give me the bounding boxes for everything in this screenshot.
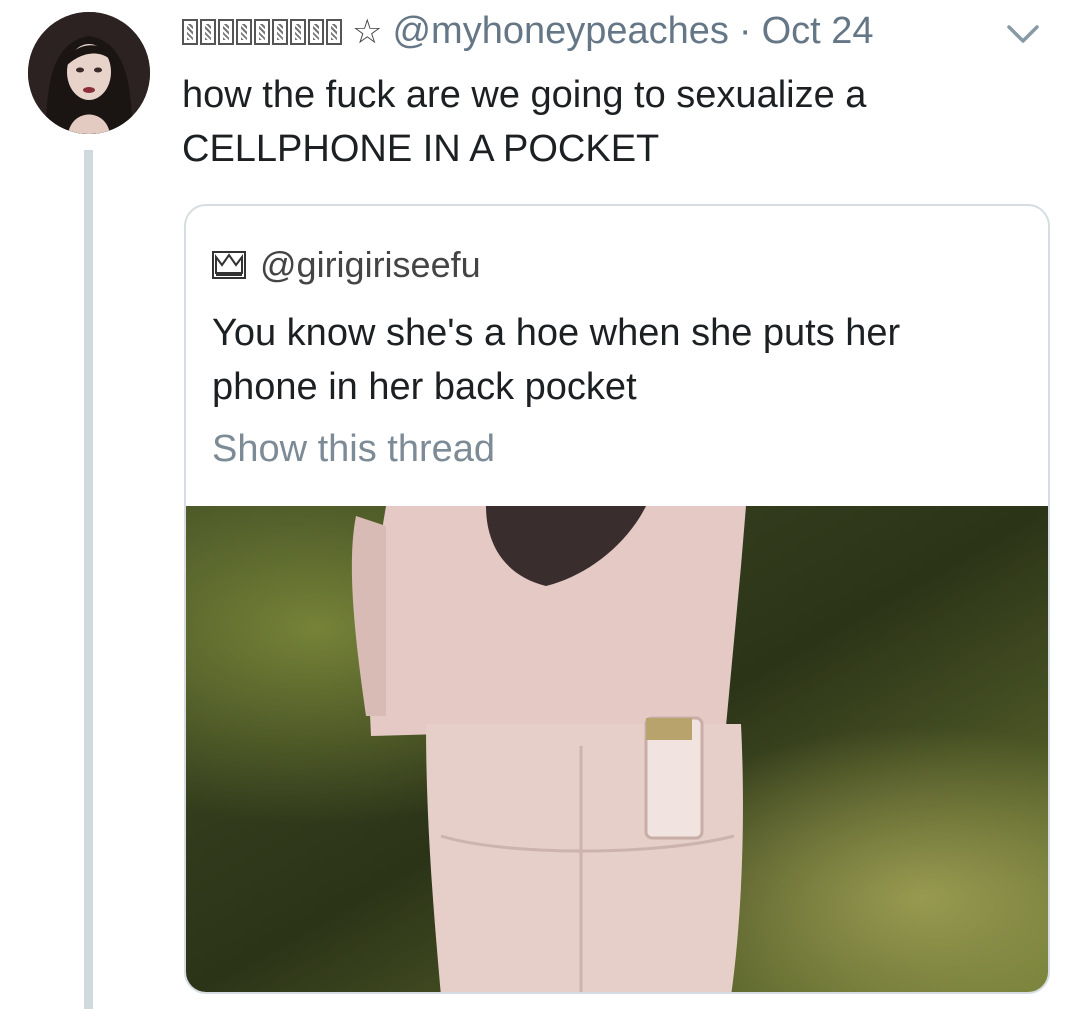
quoted-header: @girigiriseefu xyxy=(212,244,481,286)
author-handle[interactable]: @myhoneypeaches xyxy=(392,10,728,53)
star-outline-icon: ☆ xyxy=(352,12,383,51)
quoted-tweet-card[interactable]: @girigiriseefu You know she's a hoe when… xyxy=(184,204,1050,994)
show-thread-link[interactable]: Show this thread xyxy=(212,428,495,471)
crown-icon xyxy=(212,251,246,279)
quoted-photo[interactable] xyxy=(186,506,1048,992)
thread-line xyxy=(84,150,93,1009)
tweet-text-line: how the fuck are we going to sexualize a xyxy=(182,74,867,116)
quoted-text-line: phone in her back pocket xyxy=(212,366,637,408)
display-name-obscured[interactable] xyxy=(182,18,342,45)
avatar[interactable] xyxy=(28,12,150,134)
dot-separator: · xyxy=(738,10,752,52)
tweet-header: ☆ @myhoneypeaches · Oct 24 xyxy=(182,10,874,53)
quoted-handle[interactable]: @girigiriseefu xyxy=(260,244,481,286)
chevron-down-icon[interactable] xyxy=(1000,14,1046,54)
tweet-text-line: CELLPHONE IN A POCKET xyxy=(182,128,660,170)
quoted-text: You know she's a hoe when she puts her p… xyxy=(212,306,1012,414)
tweet-date[interactable]: Oct 24 xyxy=(762,10,874,53)
quoted-text-line: You know she's a hoe when she puts her xyxy=(212,312,901,354)
tweet-text: how the fuck are we going to sexualize a… xyxy=(182,68,1042,176)
